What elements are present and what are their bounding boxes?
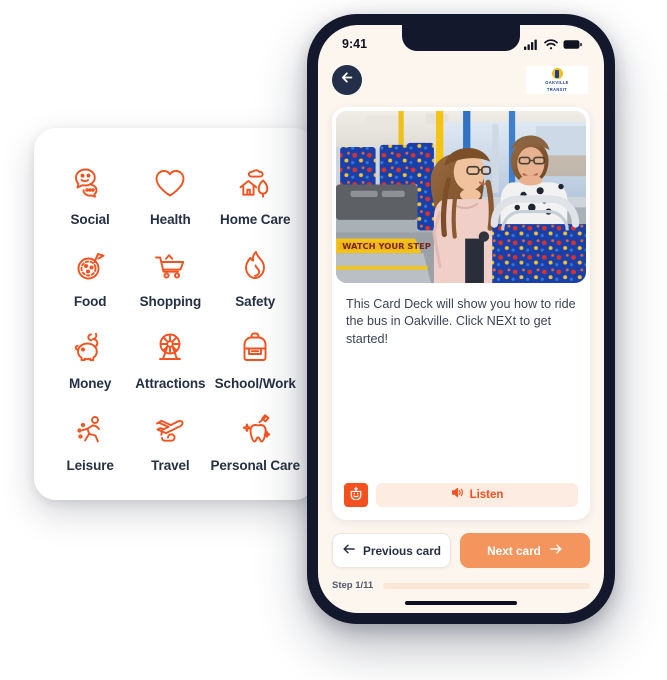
- house-tree-icon: [235, 163, 275, 203]
- arrow-left-icon: [342, 542, 356, 560]
- shopping-cart-icon: [150, 245, 190, 285]
- listen-button[interactable]: Listen: [376, 483, 578, 507]
- previous-card-button[interactable]: Previous card: [332, 533, 451, 568]
- category-label: Leisure: [66, 458, 114, 473]
- screenshot-stage: Social Health Home Care Food Shopping Sa…: [0, 0, 667, 680]
- bus-photo: WATCH YOUR STEP: [336, 111, 586, 283]
- pizza-icon: [70, 245, 110, 285]
- next-card-label: Next card: [487, 543, 541, 558]
- categories-panel: Social Health Home Care Food Shopping Sa…: [34, 128, 316, 500]
- aac-face-icon: [349, 486, 363, 505]
- content-card: WATCH YOUR STEP This Card Deck will show…: [332, 107, 590, 520]
- heart-icon: [150, 163, 190, 203]
- backpack-icon: [235, 327, 275, 367]
- category-label: Attractions: [135, 376, 206, 391]
- back-button[interactable]: [332, 65, 362, 95]
- category-item-health[interactable]: Health: [130, 154, 210, 236]
- category-label: Shopping: [139, 294, 202, 309]
- toothbrush-tooth-icon: [235, 409, 275, 449]
- card-navigation: Previous card Next card: [318, 520, 604, 568]
- status-icons: [524, 38, 582, 50]
- category-item-attractions[interactable]: Attractions: [130, 318, 210, 400]
- step-progress: Step 1/11: [318, 568, 604, 591]
- aac-symbol-button[interactable]: [344, 483, 368, 507]
- cellular-signal-icon: [524, 39, 539, 50]
- logo-line-1: OAKVILLE: [545, 80, 569, 86]
- running-person-icon: [70, 409, 110, 449]
- categories-grid: Social Health Home Care Food Shopping Sa…: [50, 154, 300, 482]
- logo-line-2: TRANSIT: [546, 86, 568, 92]
- category-label: Money: [68, 376, 112, 391]
- category-item-personal-care[interactable]: Personal Care: [210, 400, 301, 482]
- phone-mockup: 9:41 OAKVILLE TRANSIT WATCH YOUR STEP Th…: [307, 14, 615, 624]
- svg-text:WATCH YOUR STEP: WATCH YOUR STEP: [342, 241, 431, 251]
- ferris-wheel-icon: [150, 327, 190, 367]
- arrow-right-icon: [549, 542, 563, 560]
- speech-bubbles-icon: [70, 163, 110, 203]
- category-item-food[interactable]: Food: [50, 236, 130, 318]
- piggy-bank-icon: [70, 327, 110, 367]
- previous-card-label: Previous card: [362, 543, 442, 558]
- status-bar: 9:41: [318, 25, 604, 57]
- progress-track: [383, 582, 590, 589]
- airplane-icon: [150, 409, 190, 449]
- category-item-money[interactable]: Money: [50, 318, 130, 400]
- speaker-icon: [451, 486, 464, 504]
- oakville-transit-logo: OAKVILLE TRANSIT: [526, 66, 588, 94]
- next-card-button[interactable]: Next card: [460, 533, 590, 568]
- category-item-social[interactable]: Social: [50, 154, 130, 236]
- app-header: OAKVILLE TRANSIT: [318, 57, 604, 103]
- status-time: 9:41: [342, 37, 368, 51]
- category-label: Food: [73, 294, 107, 309]
- wifi-icon: [544, 38, 558, 50]
- category-item-home-care[interactable]: Home Care: [211, 154, 301, 236]
- flame-icon: [235, 245, 275, 285]
- card-body-text: This Card Deck will show you how to ride…: [346, 297, 576, 346]
- battery-icon: [563, 39, 582, 50]
- listen-label: Listen: [469, 489, 504, 501]
- category-item-leisure[interactable]: Leisure: [50, 400, 130, 482]
- category-item-school-work[interactable]: School/Work: [211, 318, 301, 400]
- category-label: Personal Care: [210, 458, 301, 473]
- category-label: Home Care: [220, 212, 291, 227]
- category-label: Travel: [151, 458, 190, 473]
- category-label: School/Work: [214, 376, 296, 391]
- category-label: Social: [70, 212, 110, 227]
- category-item-travel[interactable]: Travel: [130, 400, 210, 482]
- category-item-shopping[interactable]: Shopping: [130, 236, 210, 318]
- category-item-safety[interactable]: Safety: [211, 236, 301, 318]
- category-label: Health: [150, 212, 191, 227]
- back-arrow-icon: [340, 70, 355, 90]
- home-indicator[interactable]: [405, 601, 517, 605]
- category-label: Safety: [235, 294, 276, 309]
- listen-row: Listen: [332, 483, 590, 520]
- step-label: Step 1/11: [332, 580, 374, 591]
- phone-screen: 9:41 OAKVILLE TRANSIT WATCH YOUR STEP Th…: [318, 25, 604, 613]
- oakville-transit-emblem: [551, 68, 563, 80]
